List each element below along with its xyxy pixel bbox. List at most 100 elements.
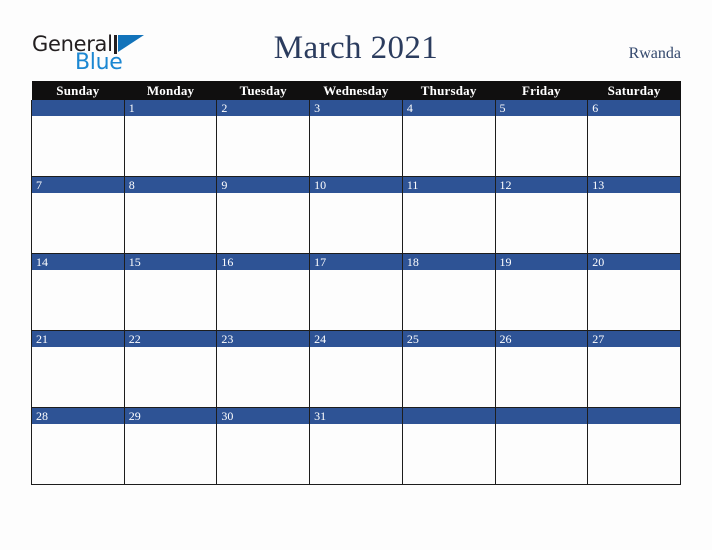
day-notes-area[interactable]: [402, 193, 495, 253]
day-cell[interactable]: 7: [31, 176, 125, 254]
day-notes-area[interactable]: [402, 424, 495, 484]
day-number: [495, 408, 588, 424]
weekday-header-monday: Monday: [124, 81, 217, 100]
day-notes-area[interactable]: [217, 116, 310, 176]
day-notes-area[interactable]: [495, 347, 588, 407]
day-cell[interactable]: 20: [587, 253, 681, 331]
day-notes-area[interactable]: [310, 347, 402, 407]
day-number: 26: [495, 331, 588, 347]
day-cell[interactable]: 28: [31, 407, 125, 485]
day-cell[interactable]: 4: [401, 100, 496, 177]
day-notes-area[interactable]: [402, 347, 495, 407]
day-cell[interactable]: 2: [216, 100, 311, 177]
day-notes-area[interactable]: [217, 424, 310, 484]
weekday-header-row: Sunday Monday Tuesday Wednesday Thursday…: [31, 81, 681, 100]
day-cell[interactable]: 18: [401, 253, 496, 331]
day-number: 6: [588, 100, 680, 116]
day-cell[interactable]: 9: [216, 176, 311, 254]
day-notes-area[interactable]: [588, 193, 680, 253]
day-cell[interactable]: 29: [123, 407, 218, 485]
day-notes-area[interactable]: [588, 347, 680, 407]
day-notes-area[interactable]: [495, 116, 588, 176]
calendar-week-row: 7 8 9 10 11 12 13: [31, 176, 681, 254]
day-notes-area[interactable]: [124, 424, 217, 484]
day-cell[interactable]: 8: [123, 176, 218, 254]
day-notes-area[interactable]: [32, 424, 124, 484]
weekday-header-sunday: Sunday: [31, 81, 125, 100]
day-notes-area[interactable]: [32, 347, 124, 407]
day-notes-area[interactable]: [402, 116, 495, 176]
day-notes-area[interactable]: [217, 347, 310, 407]
day-cell[interactable]: 27: [587, 330, 681, 408]
day-notes-area[interactable]: [310, 116, 402, 176]
country-label: Rwanda: [628, 45, 681, 62]
day-notes-area[interactable]: [124, 193, 217, 253]
day-notes-area[interactable]: [588, 424, 680, 484]
day-notes-area[interactable]: [124, 347, 217, 407]
day-cell[interactable]: [31, 100, 125, 177]
day-number: 18: [402, 254, 495, 270]
day-number: 30: [217, 408, 310, 424]
calendar-page: General Blue March 2021 Rwanda Sunday Mo…: [0, 0, 712, 550]
day-number: 17: [310, 254, 402, 270]
day-notes-area[interactable]: [495, 270, 588, 330]
day-notes-area[interactable]: [495, 193, 588, 253]
day-number: 16: [217, 254, 310, 270]
day-number: 31: [310, 408, 402, 424]
day-cell[interactable]: 15: [123, 253, 218, 331]
day-notes-area[interactable]: [588, 270, 680, 330]
day-notes-area[interactable]: [495, 424, 588, 484]
day-number: 21: [32, 331, 124, 347]
day-cell[interactable]: [494, 407, 589, 485]
day-number: [588, 408, 680, 424]
day-notes-area[interactable]: [124, 116, 217, 176]
day-notes-area[interactable]: [402, 270, 495, 330]
day-notes-area[interactable]: [32, 193, 124, 253]
weekday-header-friday: Friday: [495, 81, 588, 100]
day-cell[interactable]: 25: [401, 330, 496, 408]
day-notes-area[interactable]: [124, 270, 217, 330]
day-cell[interactable]: 5: [494, 100, 589, 177]
day-number: 7: [32, 177, 124, 193]
day-cell[interactable]: 19: [494, 253, 589, 331]
day-cell[interactable]: 11: [401, 176, 496, 254]
day-number: 22: [124, 331, 217, 347]
day-number: [402, 408, 495, 424]
day-notes-area[interactable]: [32, 270, 124, 330]
day-number: 13: [588, 177, 680, 193]
day-cell[interactable]: 14: [31, 253, 125, 331]
day-cell[interactable]: 26: [494, 330, 589, 408]
day-notes-area[interactable]: [310, 193, 402, 253]
day-cell[interactable]: [587, 407, 681, 485]
calendar-week-row: 21 22 23 24 25 26 27: [31, 330, 681, 408]
day-notes-area[interactable]: [217, 270, 310, 330]
calendar-week-row: 1 2 3 4 5 6: [31, 100, 681, 177]
day-notes-area[interactable]: [588, 116, 680, 176]
day-cell[interactable]: 6: [587, 100, 681, 177]
day-number: 10: [310, 177, 402, 193]
day-cell[interactable]: 10: [309, 176, 403, 254]
day-cell[interactable]: 31: [309, 407, 403, 485]
day-number: 1: [124, 100, 217, 116]
day-cell[interactable]: 16: [216, 253, 311, 331]
day-cell[interactable]: [401, 407, 496, 485]
day-number: 15: [124, 254, 217, 270]
day-cell[interactable]: 30: [216, 407, 311, 485]
day-cell[interactable]: 3: [309, 100, 403, 177]
day-cell[interactable]: 17: [309, 253, 403, 331]
day-notes-area[interactable]: [32, 116, 124, 176]
day-number: 2: [217, 100, 310, 116]
day-notes-area[interactable]: [310, 424, 402, 484]
day-cell[interactable]: 22: [123, 330, 218, 408]
day-number: 9: [217, 177, 310, 193]
day-cell[interactable]: 24: [309, 330, 403, 408]
day-cell[interactable]: 21: [31, 330, 125, 408]
day-notes-area[interactable]: [310, 270, 402, 330]
day-cell[interactable]: 23: [216, 330, 311, 408]
day-cell[interactable]: 12: [494, 176, 589, 254]
day-notes-area[interactable]: [217, 193, 310, 253]
day-number: 29: [124, 408, 217, 424]
day-number: 12: [495, 177, 588, 193]
day-cell[interactable]: 1: [123, 100, 218, 177]
day-cell[interactable]: 13: [587, 176, 681, 254]
